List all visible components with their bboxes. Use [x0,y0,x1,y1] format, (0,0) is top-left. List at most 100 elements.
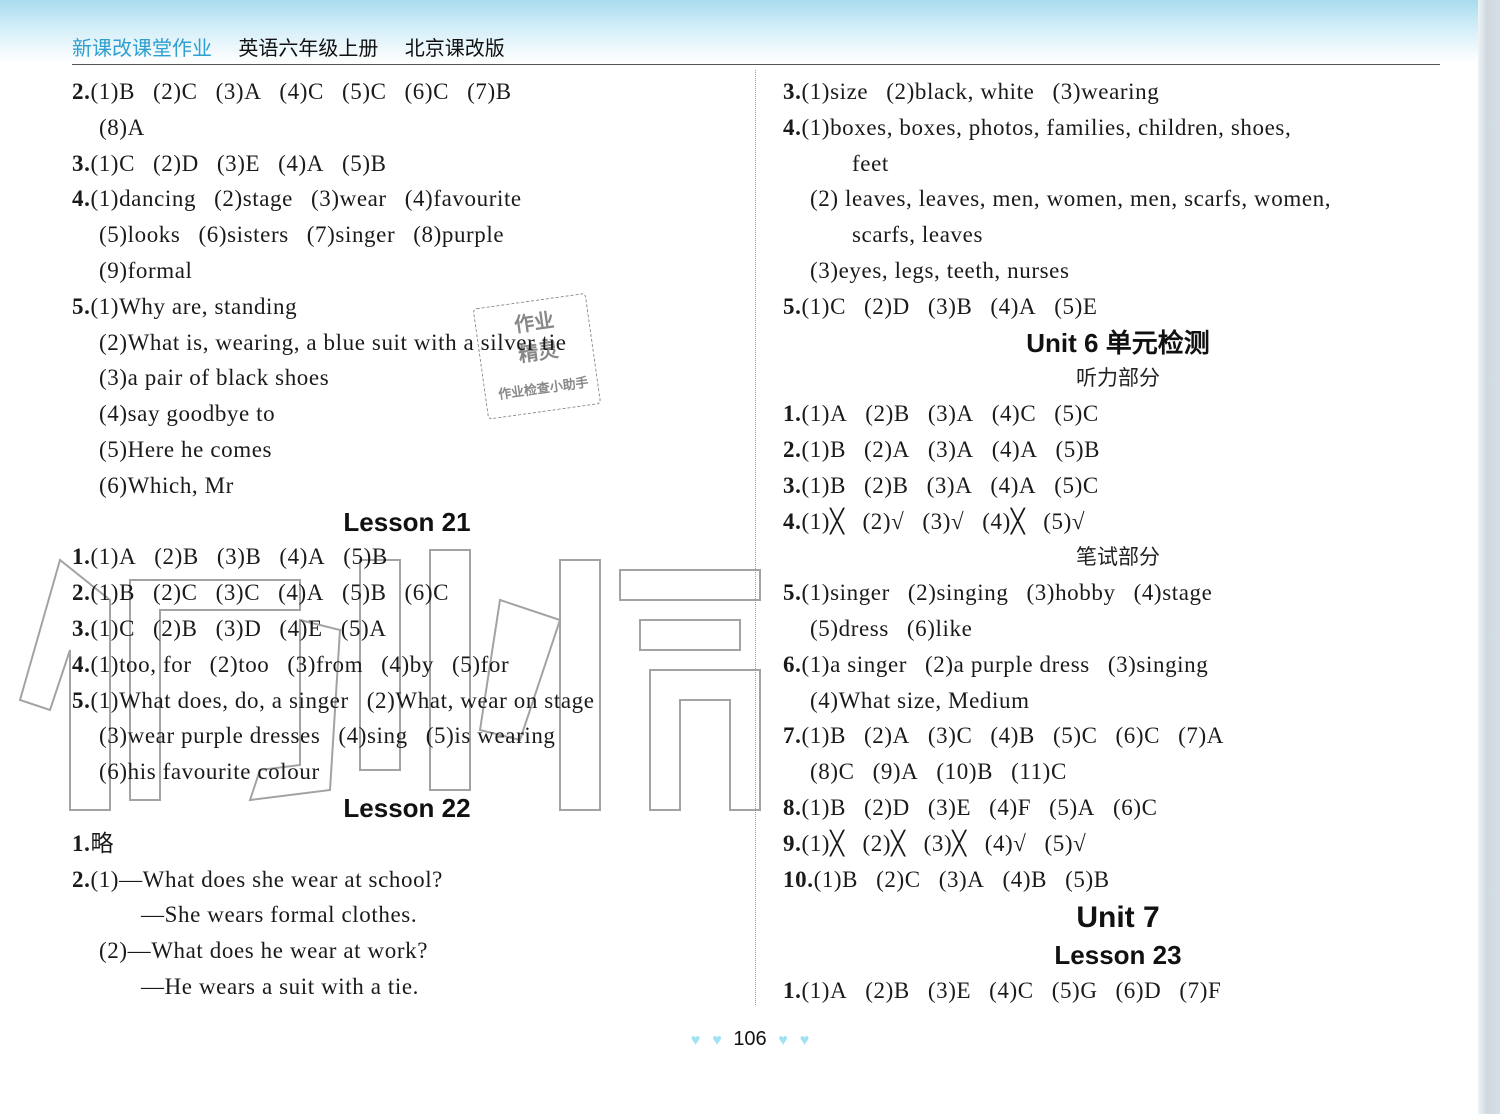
answer-line: (9)formal [72,253,742,289]
answer-item: (2)black, white [886,79,1035,104]
question-number: 5. [72,293,91,319]
question-number: 5. [783,580,802,606]
answer-line: (3)wear purple dresses (4)sing (5)is weari… [72,718,742,754]
answer-line: (5)looks (6)sisters (7)singer (8)purple [72,217,742,253]
answer-line: 9.(1)╳ (2)╳ (3)╳ (4)√ (5)√ [783,826,1453,862]
answer-item: (3)B [927,293,973,319]
answer-item: (1)B [801,472,847,498]
answer-item: (1)boxes, boxes, photos, families, child… [801,114,1292,140]
question-number: 10. [783,866,814,892]
answer-item: (4)E [279,615,323,641]
answer-item: (5)C [1054,472,1099,498]
answer-item: (2)C [153,79,198,104]
answer-line: 1.(1)A (2)B (3)B (4)A (5)B [72,539,742,575]
answer-item: (7)A [1178,723,1224,749]
lesson-heading: Lesson 21 [343,506,471,537]
answer-item: (2)A [864,723,910,749]
answer-item: (3)wearing [1052,79,1160,104]
page-edge-shadow [1478,0,1500,1114]
answer-line: (2)—What does he wear at work? [72,933,742,969]
answer-item: (6)C [1115,723,1161,749]
answer-item: (2)C [876,866,921,892]
answer-item: (1)A [801,978,848,1004]
answer-item: (2) leaves, leaves, men, women, men, sca… [810,186,1332,212]
answer-line: 5.(1)What does, do, a singer (2)What, wea… [72,683,742,719]
question-number: 4. [783,508,802,534]
answer-item: (3)singing [1107,651,1209,677]
answer-line: (3)eyes, legs, teeth, nurses [783,253,1453,289]
answer-item: (5)A [1049,794,1095,820]
answer-item: (2)D [864,794,910,820]
answer-item: (5)G [1051,978,1098,1004]
answer-item: (5)B [1055,436,1101,462]
answer-item: (9)A [872,759,919,785]
left-column: 2.(1)B (2)C (3)A (4)C (5)C (6)C (7)B (8)A 3.(1… [72,74,742,1005]
answer-item: (3)E [216,150,261,176]
answer-line: 8.(1)B (2)D (3)E (4)F (5)A (6)C [783,790,1453,826]
answer-item: (1)too, for [90,651,192,677]
answer-item: (3)E [927,978,972,1004]
answer-item: (1)A [90,544,137,570]
answer-item: —He wears a suit with a tie. [141,973,420,999]
answer-item: (5)dress [810,615,889,641]
answer-item: (1)—What does she wear at school? [90,866,443,892]
answer-item: (5)C [1054,401,1099,427]
page-number: 106 [733,1028,767,1050]
answer-line: 2.(1)B (2)A (3)A (4)A (5)B [783,432,1453,468]
book-title: 英语六年级上册 [238,36,379,60]
answer-item: (6)Which, Mr [99,472,234,498]
answer-item: (3)A [215,79,262,104]
answer-item: (7)B [467,79,512,104]
answer-item: (4)A [279,544,326,570]
section-heading-listening: 听力部分 [1076,366,1160,391]
answer-item: scarfs, leaves [852,222,984,248]
answer-item: (4)A [278,150,324,176]
answer-item: (2)B [154,544,199,570]
answer-item: (4)stage [1133,580,1213,606]
answer-item: (5)B [341,150,387,176]
right-column: 3.(1)size (2)black, white (3)wearing 4.(1)… [783,74,1453,1009]
answer-item: (3)C [215,580,261,606]
answer-line: (5)Here he comes [72,432,742,468]
heart-icon: ♥ [778,1032,788,1049]
answer-item: (6)sisters [198,222,289,248]
answer-item: (2)too [209,651,270,677]
answer-item: (1)B [801,723,847,749]
answer-item: (3)B [216,544,262,570]
edition-label: 北京课改版 [404,36,505,60]
answer-item: (5)C [341,79,387,104]
answer-line: 1.(1)A (2)B (3)A (4)C (5)C [783,396,1453,432]
answer-line: (4)say goodbye to [72,396,742,432]
question-number: 2. [72,580,91,606]
answer-item: (2)B [153,615,198,641]
answer-line: (4)What size, Medium [783,683,1453,719]
answer-item: (4)A [990,293,1037,319]
answer-item: (2)A [864,436,910,462]
answer-item: (3)wear [310,186,387,212]
answer-line: (8)C (9)A (10)B (11)C [783,754,1453,790]
unit-heading: Unit 7 [1076,901,1160,935]
answer-item: (3)E [927,794,972,820]
answer-item: (5)looks [99,222,181,248]
answer-item: (4)C [279,79,324,104]
question-number: 3. [72,615,91,641]
series-title: 新课改课堂作业 [72,36,212,60]
answer-item: (4)by [381,651,434,677]
answer-line: (2)What is, wearing, a blue suit with a … [72,325,742,361]
answer-item: (1)a singer [801,651,908,677]
answer-line: 1.略 [72,826,742,862]
question-number: 1. [72,830,91,856]
answer-line: (3)a pair of black shoes [72,360,742,396]
answer-item: (1)╳ [801,508,845,534]
answer-item: (1)C [801,293,847,319]
answer-item: (5)for [451,651,510,677]
answer-item: (2)C [153,580,198,606]
answer-item: (6)C [404,79,450,104]
column-divider [755,70,756,1005]
answer-item: (5)is wearing [425,723,556,749]
answer-item: (3)eyes, legs, teeth, nurses [810,257,1070,283]
answer-item: (1)B [801,436,847,462]
answer-line: feet [783,146,1453,182]
answer-item: (5)B [1065,866,1110,892]
answer-item: (4)A [991,436,1038,462]
